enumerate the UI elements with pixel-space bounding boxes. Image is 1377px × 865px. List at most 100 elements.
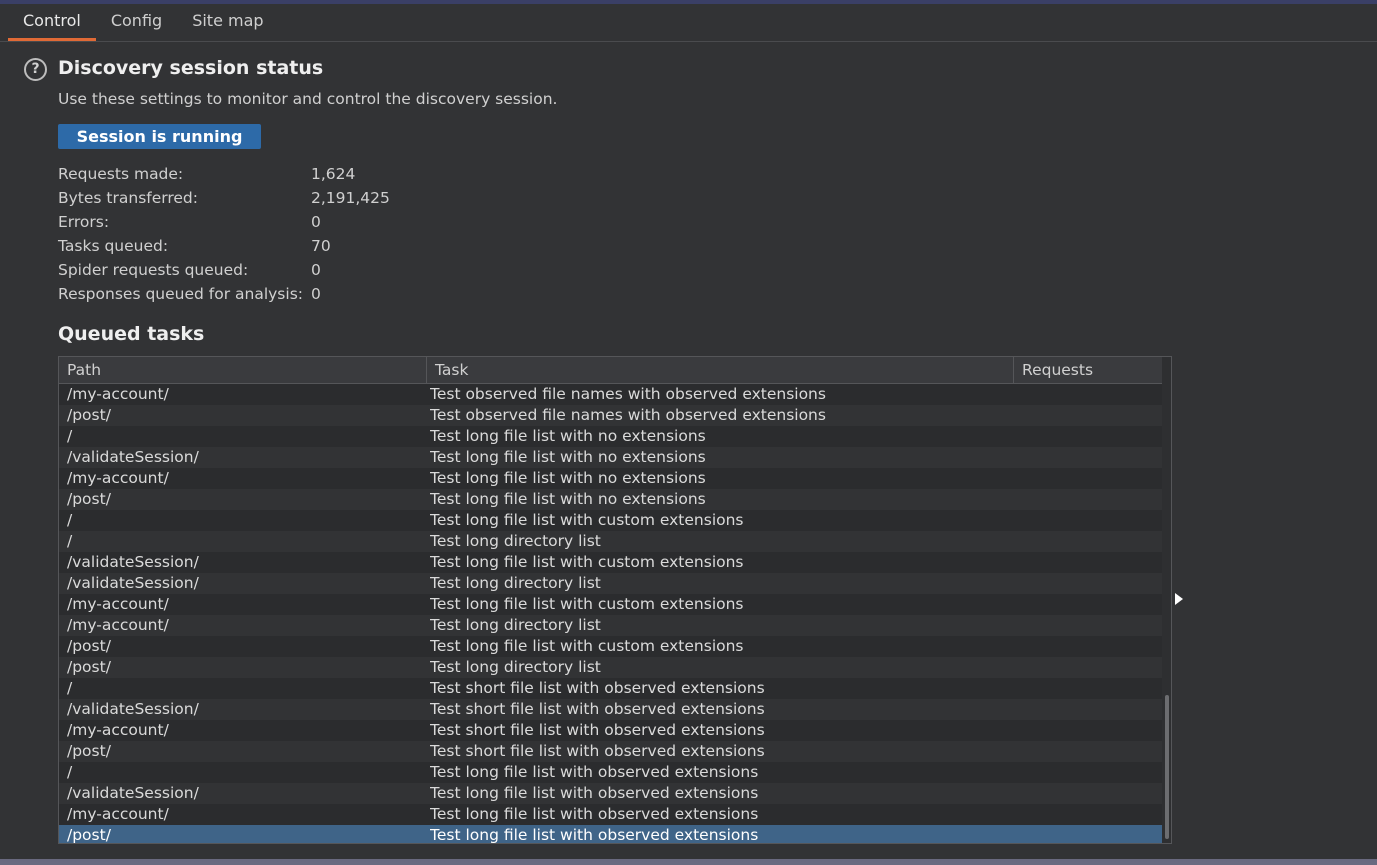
cell-requests [1017, 825, 1157, 843]
session-status-button[interactable]: Session is running [58, 124, 261, 149]
stat-value: 2,191,425 [311, 189, 390, 207]
column-header-requests[interactable]: Requests [1014, 357, 1162, 383]
table-row[interactable]: /post/Test long file list with observed … [59, 825, 1162, 844]
column-header-task[interactable]: Task [427, 357, 1014, 383]
cell-task: Test long file list with no extensions [430, 490, 706, 508]
cell-path: /post/ [67, 742, 111, 760]
cell-task: Test long file list with no extensions [430, 448, 706, 466]
table-row[interactable]: /post/Test short file list with observed… [59, 741, 1162, 762]
cell-requests [1017, 510, 1157, 531]
cell-path: /my-account/ [67, 721, 169, 739]
stat-label: Requests made: [58, 165, 184, 183]
stat-value: 0 [311, 213, 321, 231]
cell-path: / [67, 679, 73, 697]
cell-requests [1017, 468, 1157, 489]
cell-task: Test short file list with observed exten… [430, 742, 765, 760]
table-row[interactable]: /my-account/Test long file list with no … [59, 468, 1162, 489]
cell-path: /post/ [67, 826, 111, 844]
stat-value: 1,624 [311, 165, 356, 183]
stat-label: Errors: [58, 213, 110, 231]
cell-path: /post/ [67, 490, 111, 508]
stat-label: Bytes transferred: [58, 189, 198, 207]
cell-task: Test long file list with observed extens… [430, 826, 759, 844]
tab-config[interactable]: Config [96, 4, 177, 38]
cell-path: /my-account/ [67, 595, 169, 613]
cell-path: /my-account/ [67, 616, 169, 634]
cell-path: /validateSession/ [67, 700, 199, 718]
cell-requests [1017, 573, 1157, 594]
cell-path: /post/ [67, 658, 111, 676]
stat-row: Tasks queued: 70 [58, 234, 458, 258]
cell-path: / [67, 532, 73, 550]
column-header-path[interactable]: Path [59, 357, 427, 383]
cell-path: / [67, 763, 73, 781]
cell-task: Test long file list with custom extensio… [430, 595, 744, 613]
cell-requests [1017, 426, 1157, 447]
cell-path: /post/ [67, 406, 111, 424]
table-row[interactable]: / Test long file list with no extensions [59, 426, 1162, 447]
stat-row: Bytes transferred: 2,191,425 [58, 186, 458, 210]
table-scrollbar[interactable] [1162, 357, 1171, 843]
stat-row: Requests made: 1,624 [58, 162, 458, 186]
cell-path: /my-account/ [67, 805, 169, 823]
stat-row: Errors: 0 [58, 210, 458, 234]
table-row[interactable]: / Test short file list with observed exte… [59, 678, 1162, 699]
table-row[interactable]: /post/Test long file list with no extens… [59, 489, 1162, 510]
cell-path: /validateSession/ [67, 574, 199, 592]
scrollbar-thumb[interactable] [1165, 695, 1169, 839]
cell-path: /validateSession/ [67, 784, 199, 802]
cell-requests [1017, 636, 1157, 657]
expand-panel-arrow-icon[interactable] [1175, 593, 1183, 605]
session-stats: Requests made: 1,624 Bytes transferred: 2,1… [58, 162, 458, 306]
cell-path: /my-account/ [67, 385, 169, 403]
cell-requests [1017, 384, 1157, 405]
table-row[interactable]: / Test long file list with observed exten… [59, 762, 1162, 783]
table-row[interactable]: /my-account/Test long file list with obs… [59, 804, 1162, 825]
queued-tasks-title: Queued tasks [58, 323, 205, 345]
cell-requests [1017, 762, 1157, 783]
cell-path: / [67, 511, 73, 529]
cell-requests [1017, 783, 1157, 804]
cell-requests [1017, 594, 1157, 615]
cell-task: Test long file list with observed extens… [430, 763, 759, 781]
table-row[interactable]: /my-account/Test observed file names wit… [59, 384, 1162, 405]
cell-path: / [67, 427, 73, 445]
tab-site-map[interactable]: Site map [177, 4, 278, 38]
app-window: Control Config Site map ? Discovery sess… [0, 4, 1377, 859]
table-row[interactable]: / Test long directory list [59, 531, 1162, 552]
cell-task: Test short file list with observed exten… [430, 721, 765, 739]
stat-value: 0 [311, 261, 321, 279]
cell-requests [1017, 447, 1157, 468]
cell-task: Test long directory list [430, 616, 601, 634]
table-row[interactable]: /validateSession/Test long file list wit… [59, 552, 1162, 573]
cell-task: Test long file list with no extensions [430, 469, 706, 487]
tab-control[interactable]: Control [8, 4, 96, 41]
cell-task: Test long directory list [430, 574, 601, 592]
cell-task: Test long file list with custom extensio… [430, 553, 744, 571]
stat-row: Spider requests queued: 0 [58, 258, 458, 282]
table-row[interactable]: /validateSession/Test long file list wit… [59, 783, 1162, 804]
cell-requests [1017, 552, 1157, 573]
cell-requests [1017, 531, 1157, 552]
table-row[interactable]: /post/Test long file list with custom ex… [59, 636, 1162, 657]
cell-path: /validateSession/ [67, 553, 199, 571]
cell-task: Test short file list with observed exten… [430, 679, 765, 697]
table-row[interactable]: /post/Test long directory list [59, 657, 1162, 678]
table-row[interactable]: / Test long file list with custom extensi… [59, 510, 1162, 531]
table-row[interactable]: /my-account/Test long directory list [59, 615, 1162, 636]
queued-tasks-table: Path Task Requests /my-account/Test obse… [58, 356, 1172, 844]
cell-path: /my-account/ [67, 469, 169, 487]
cell-path: /post/ [67, 637, 111, 655]
table-row[interactable]: /my-account/Test long file list with cus… [59, 594, 1162, 615]
table-row[interactable]: /my-account/Test short file list with ob… [59, 720, 1162, 741]
cell-requests [1017, 804, 1157, 825]
table-row[interactable]: /validateSession/Test long file list wit… [59, 447, 1162, 468]
table-row[interactable]: /post/Test observed file names with obse… [59, 405, 1162, 426]
help-icon[interactable]: ? [24, 58, 47, 81]
table-row[interactable]: /validateSession/Test short file list wi… [59, 699, 1162, 720]
cell-task: Test short file list with observed exten… [430, 700, 765, 718]
cell-requests [1017, 489, 1157, 510]
cell-requests [1017, 615, 1157, 636]
cell-task: Test long file list with observed extens… [430, 805, 759, 823]
table-row[interactable]: /validateSession/Test long directory lis… [59, 573, 1162, 594]
